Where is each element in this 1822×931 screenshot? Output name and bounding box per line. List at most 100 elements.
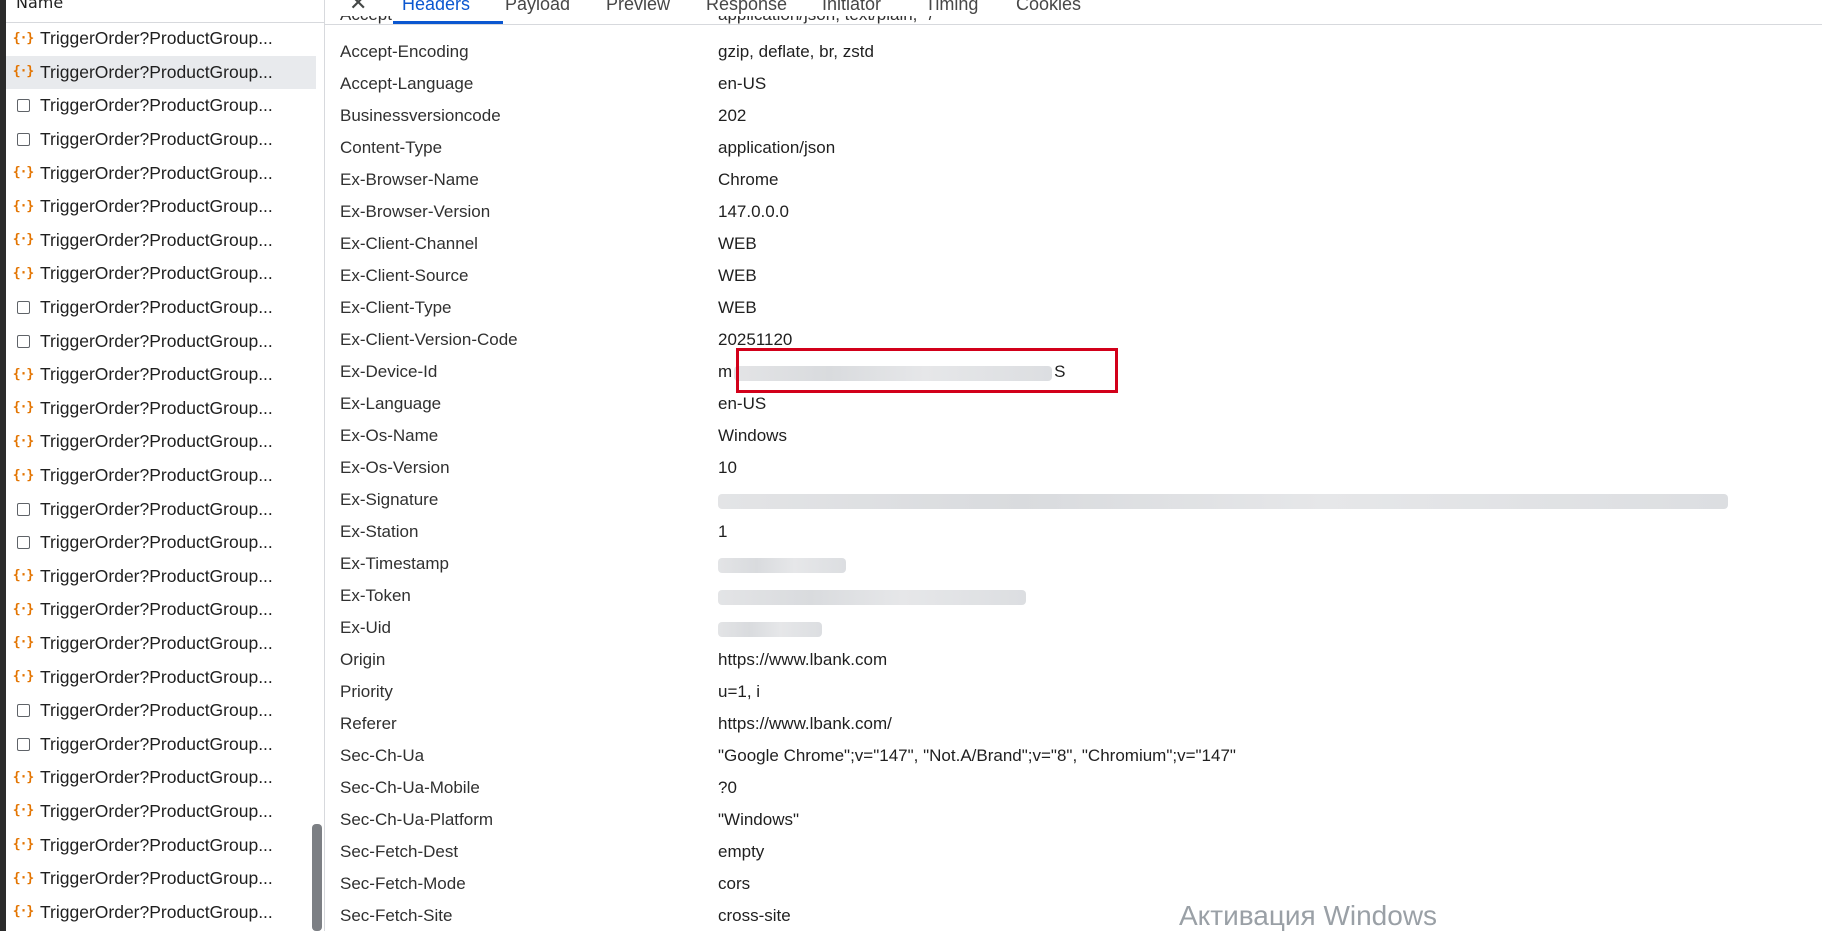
xhr-braces-icon: {·}	[12, 433, 34, 449]
header-value: en-US	[718, 393, 767, 413]
request-row[interactable]: {·} TriggerOrder?ProductGroup...	[6, 795, 316, 829]
tab-payload[interactable]: Payload	[505, 0, 570, 16]
header-value: application/json, text/plain, */*	[718, 16, 940, 25]
request-row[interactable]: {·} TriggerOrder?ProductGroup...	[6, 190, 316, 224]
request-row[interactable]: {·} TriggerOrder?ProductGroup...	[6, 828, 316, 862]
header-row: Accept-Encoding gzip, deflate, br, zstd	[340, 38, 1820, 70]
header-value	[718, 490, 1728, 510]
request-row[interactable]: TriggerOrder?ProductGroup...	[6, 727, 316, 761]
header-value: Chrome	[718, 169, 779, 189]
header-value: 20251120	[718, 329, 793, 349]
request-list-header: Name	[6, 0, 324, 23]
name-column-header[interactable]: Name	[16, 0, 63, 13]
header-value: empty	[718, 841, 765, 861]
request-row[interactable]: {·} TriggerOrder?ProductGroup...	[6, 862, 316, 896]
devtools-network-panel: Name {·} TriggerOrder?ProductGroup... {·} T…	[0, 0, 1822, 931]
header-row: Ex-Client-Source WEB	[340, 262, 1820, 294]
tab-cookies[interactable]: Cookies	[1016, 0, 1081, 16]
request-name: TriggerOrder?ProductGroup...	[40, 632, 273, 653]
header-name: Ex-Language	[340, 393, 442, 413]
header-name: Sec-Ch-Ua	[340, 745, 425, 765]
header-value: 147.0.0.0	[718, 201, 789, 221]
xhr-braces-icon: {·}	[12, 64, 34, 80]
request-row[interactable]: {·} TriggerOrder?ProductGroup...	[6, 560, 316, 594]
document-icon	[14, 131, 32, 149]
request-row[interactable]: TriggerOrder?ProductGroup...	[6, 694, 316, 728]
header-row: Businessversioncode 202	[340, 102, 1820, 134]
request-row[interactable]: {·} TriggerOrder?ProductGroup...	[6, 627, 316, 661]
tab-response[interactable]: Response	[706, 0, 787, 16]
request-name: TriggerOrder?ProductGroup...	[40, 767, 273, 788]
request-row[interactable]: {·} TriggerOrder?ProductGroup...	[6, 593, 316, 627]
request-list-scrollbar[interactable]	[312, 824, 322, 931]
header-value	[718, 618, 822, 638]
request-row[interactable]: {·} TriggerOrder?ProductGroup...	[6, 257, 316, 291]
header-name: Ex-Os-Version	[340, 457, 450, 477]
request-row[interactable]: {·} TriggerOrder?ProductGroup...	[6, 55, 316, 90]
xhr-braces-icon: {·}	[12, 837, 34, 853]
header-row: Ex-Token	[340, 582, 1820, 614]
request-rows: {·} TriggerOrder?ProductGroup... {·} Trigge…	[6, 22, 316, 929]
header-value: 202	[718, 105, 747, 125]
header-row: Sec-Fetch-Site cross-site	[340, 902, 1820, 931]
request-row[interactable]: {·} TriggerOrder?ProductGroup...	[6, 358, 316, 392]
header-row: Sec-Ch-Ua-Platform "Windows"	[340, 806, 1820, 838]
xhr-braces-icon: {·}	[12, 601, 34, 617]
xhr-braces-icon: {·}	[12, 769, 34, 785]
tab-initiator[interactable]: Initiator	[822, 0, 881, 16]
header-value: gzip, deflate, br, zstd	[718, 41, 874, 61]
request-name: TriggerOrder?ProductGroup...	[40, 364, 273, 385]
document-icon	[14, 332, 32, 350]
request-row[interactable]: TriggerOrder?ProductGroup...	[6, 492, 316, 526]
request-row[interactable]: {·} TriggerOrder?ProductGroup...	[6, 156, 316, 190]
header-row: Ex-Os-Name Windows	[340, 422, 1820, 454]
request-row[interactable]: TriggerOrder?ProductGroup...	[6, 526, 316, 560]
header-value: 1	[718, 521, 728, 541]
request-row[interactable]: {·} TriggerOrder?ProductGroup...	[6, 425, 316, 459]
xhr-braces-icon: {·}	[12, 265, 34, 281]
windows-activation-watermark: Активация Windows	[1179, 900, 1438, 931]
request-name: TriggerOrder?ProductGroup...	[40, 129, 273, 150]
request-row[interactable]: {·} TriggerOrder?ProductGroup...	[6, 22, 316, 56]
header-row: Origin https://www.lbank.com	[340, 646, 1820, 678]
request-name: TriggerOrder?ProductGroup...	[40, 162, 273, 183]
header-row: Sec-Fetch-Mode cors	[340, 870, 1820, 902]
header-value: "Windows"	[718, 809, 800, 829]
request-row[interactable]: {·} TriggerOrder?ProductGroup...	[6, 392, 316, 426]
request-row[interactable]: {·} TriggerOrder?ProductGroup...	[6, 761, 316, 795]
header-row: Sec-Fetch-Dest empty	[340, 838, 1820, 870]
header-name: Origin	[340, 649, 386, 669]
request-row[interactable]: {·} TriggerOrder?ProductGroup...	[6, 660, 316, 694]
tab-preview[interactable]: Preview	[606, 0, 670, 16]
header-value	[718, 586, 1026, 606]
header-value: Windows	[718, 425, 787, 445]
xhr-braces-icon: {·}	[12, 803, 34, 819]
header-value: u=1, i	[718, 681, 761, 701]
header-name: Sec-Fetch-Dest	[340, 841, 459, 861]
request-row[interactable]: TriggerOrder?ProductGroup...	[6, 291, 316, 325]
xhr-braces-icon: {·}	[12, 366, 34, 382]
header-row: Ex-Uid	[340, 614, 1820, 646]
header-row: Ex-Timestamp	[340, 550, 1820, 582]
request-name: TriggerOrder?ProductGroup...	[40, 498, 273, 519]
request-row[interactable]: {·} TriggerOrder?ProductGroup...	[6, 895, 316, 929]
xhr-braces-icon: {·}	[12, 635, 34, 651]
header-value: 10	[718, 457, 737, 477]
request-name: TriggerOrder?ProductGroup...	[40, 800, 273, 821]
header-name: Ex-Device-Id	[340, 361, 438, 381]
tab-timing[interactable]: Timing	[925, 0, 978, 16]
request-name: TriggerOrder?ProductGroup...	[40, 28, 273, 49]
request-row[interactable]: {·} TriggerOrder?ProductGroup...	[6, 224, 316, 258]
header-name: Sec-Fetch-Site	[340, 905, 453, 925]
header-row: Ex-Client-Type WEB	[340, 294, 1820, 326]
request-row[interactable]: TriggerOrder?ProductGroup...	[6, 324, 316, 358]
header-row: Ex-Signature	[340, 486, 1820, 518]
request-name: TriggerOrder?ProductGroup...	[40, 61, 273, 82]
request-row[interactable]: TriggerOrder?ProductGroup...	[6, 89, 316, 123]
header-name: Ex-Browser-Name	[340, 169, 479, 189]
request-row[interactable]: TriggerOrder?ProductGroup...	[6, 123, 316, 157]
header-name: Ex-Os-Name	[340, 425, 439, 445]
tab-headers[interactable]: Headers	[402, 0, 470, 16]
request-row[interactable]: {·} TriggerOrder?ProductGroup...	[6, 459, 316, 493]
header-name: Ex-Station	[340, 521, 419, 541]
